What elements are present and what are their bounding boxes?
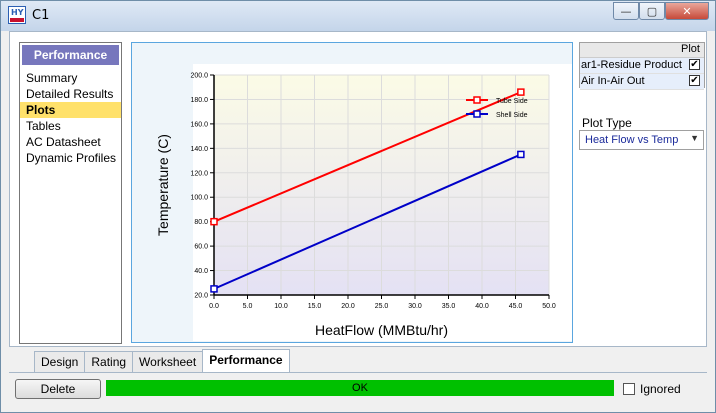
tab-performance[interactable]: Performance [202,349,290,372]
data-point[interactable] [517,150,525,159]
legend-marker [473,110,481,118]
x-tick-label: 35.0 [442,303,456,310]
status-bar: OK [106,380,614,396]
plot-header-label: Plot [681,43,700,55]
y-tick-label: 80.0 [194,219,208,226]
y-tick-label: 160.0 [190,121,208,128]
y-tick-label: 200.0 [190,73,208,80]
y-tick-label: 20.0 [194,293,208,300]
performance-nav: Performance Summary Detailed Results Plots… [19,42,122,344]
x-tick-label: 10.0 [274,303,288,310]
y-tick-label: 180.0 [190,97,208,104]
x-axis-title: HeatFlow (MMBtu/hr) [315,322,448,338]
x-tick-label: 30.0 [408,303,422,310]
ignored-checkbox-box[interactable] [623,383,635,395]
plot-selection-label: Air In-Air Out [581,75,645,87]
tab-worksheet[interactable]: Worksheet [132,351,204,372]
y-axis-title: Temperature (C) [155,134,171,236]
plot-column-header: Plot [580,43,704,58]
legend-label: Shell Side [496,112,528,119]
title-bar[interactable]: HY C1 — ▢ ✕ [1,1,715,31]
nav-item-detailed-results[interactable]: Detailed Results [20,86,121,102]
window-controls: — ▢ ✕ [613,2,709,22]
data-point[interactable] [517,88,525,96]
plot-selection-rows: ar1-Residue Product ✔ Air In-Air Out ✔ [580,58,704,90]
nav-item-ac-datasheet[interactable]: AC Datasheet [20,134,121,150]
y-tick-label: 40.0 [194,268,208,275]
tab-design[interactable]: Design [34,351,86,372]
chevron-down-icon[interactable]: ▼ [690,133,699,143]
content-panel: Performance Summary Detailed Results Plots… [9,31,707,347]
y-tick-label: 140.0 [190,146,208,153]
plot-selection-row[interactable]: Air In-Air Out ✔ [580,74,704,90]
nav-item-summary[interactable]: Summary [20,70,121,86]
ignored-checkbox[interactable]: Ignored [623,382,681,396]
x-tick-label: 0.0 [209,303,219,310]
x-tick-label: 20.0 [341,303,355,310]
x-tick-label: 15.0 [308,303,322,310]
plot-type-value: Heat Flow vs Temp [585,134,679,146]
tab-strip: Design Rating Worksheet Performance [34,349,290,373]
y-tick-label: 60.0 [194,244,208,251]
x-tick-label: 25.0 [375,303,389,310]
delete-button[interactable]: Delete [15,379,101,399]
window-title: C1 [32,8,50,23]
ignored-label: Ignored [640,382,681,396]
heatflow-temp-chart[interactable]: 0.0 5.0 10.0 15.0 20.0 25.0 30.0 35.0 40.0 45.0 50… [132,43,572,342]
nav-item-plots[interactable]: Plots [20,102,121,118]
plot-frame[interactable]: 0.0 5.0 10.0 15.0 20.0 25.0 30.0 35.0 40.0 45.0 50… [131,42,573,343]
app-icon[interactable]: HY [8,6,26,24]
y-tick-label: 100.0 [190,195,208,202]
nav-item-dynamic-profiles[interactable]: Dynamic Profiles [20,150,121,166]
legend-label: Tube Side [496,98,528,105]
x-tick-label: 50.0 [542,303,556,310]
plot-checkbox[interactable]: ✔ [689,59,700,70]
plot-checkbox[interactable]: ✔ [689,75,700,86]
tab-divider [9,372,707,373]
data-point[interactable] [210,285,218,293]
y-tick-label: 120.0 [190,170,208,177]
x-tick-label: 5.0 [243,303,253,310]
plot-selection-row[interactable]: ar1-Residue Product ✔ [580,58,704,74]
close-icon[interactable]: ✕ [665,2,709,20]
nav-item-tables[interactable]: Tables [20,118,121,134]
plot-type-select[interactable]: Heat Flow vs Temp ▼ [579,130,704,150]
x-tick-label: 45.0 [509,303,523,310]
minimize-icon[interactable]: — [613,2,639,20]
plot-selection-table: Plot ar1-Residue Product ✔ Air In-Air Out ✔ [579,42,705,90]
nav-list: Summary Detailed Results Plots Tables AC Dat… [20,70,121,166]
legend-marker [473,96,481,104]
plot-selection-label: ar1-Residue Product [581,59,682,71]
maximize-icon[interactable]: ▢ [639,2,665,20]
tab-rating[interactable]: Rating [84,351,134,372]
plot-type-label: Plot Type [582,116,632,130]
x-tick-label: 40.0 [475,303,489,310]
nav-header: Performance [22,45,119,65]
property-window: HY C1 — ▢ ✕ Performance Summary Detailed … [0,0,716,413]
data-point[interactable] [210,217,218,226]
